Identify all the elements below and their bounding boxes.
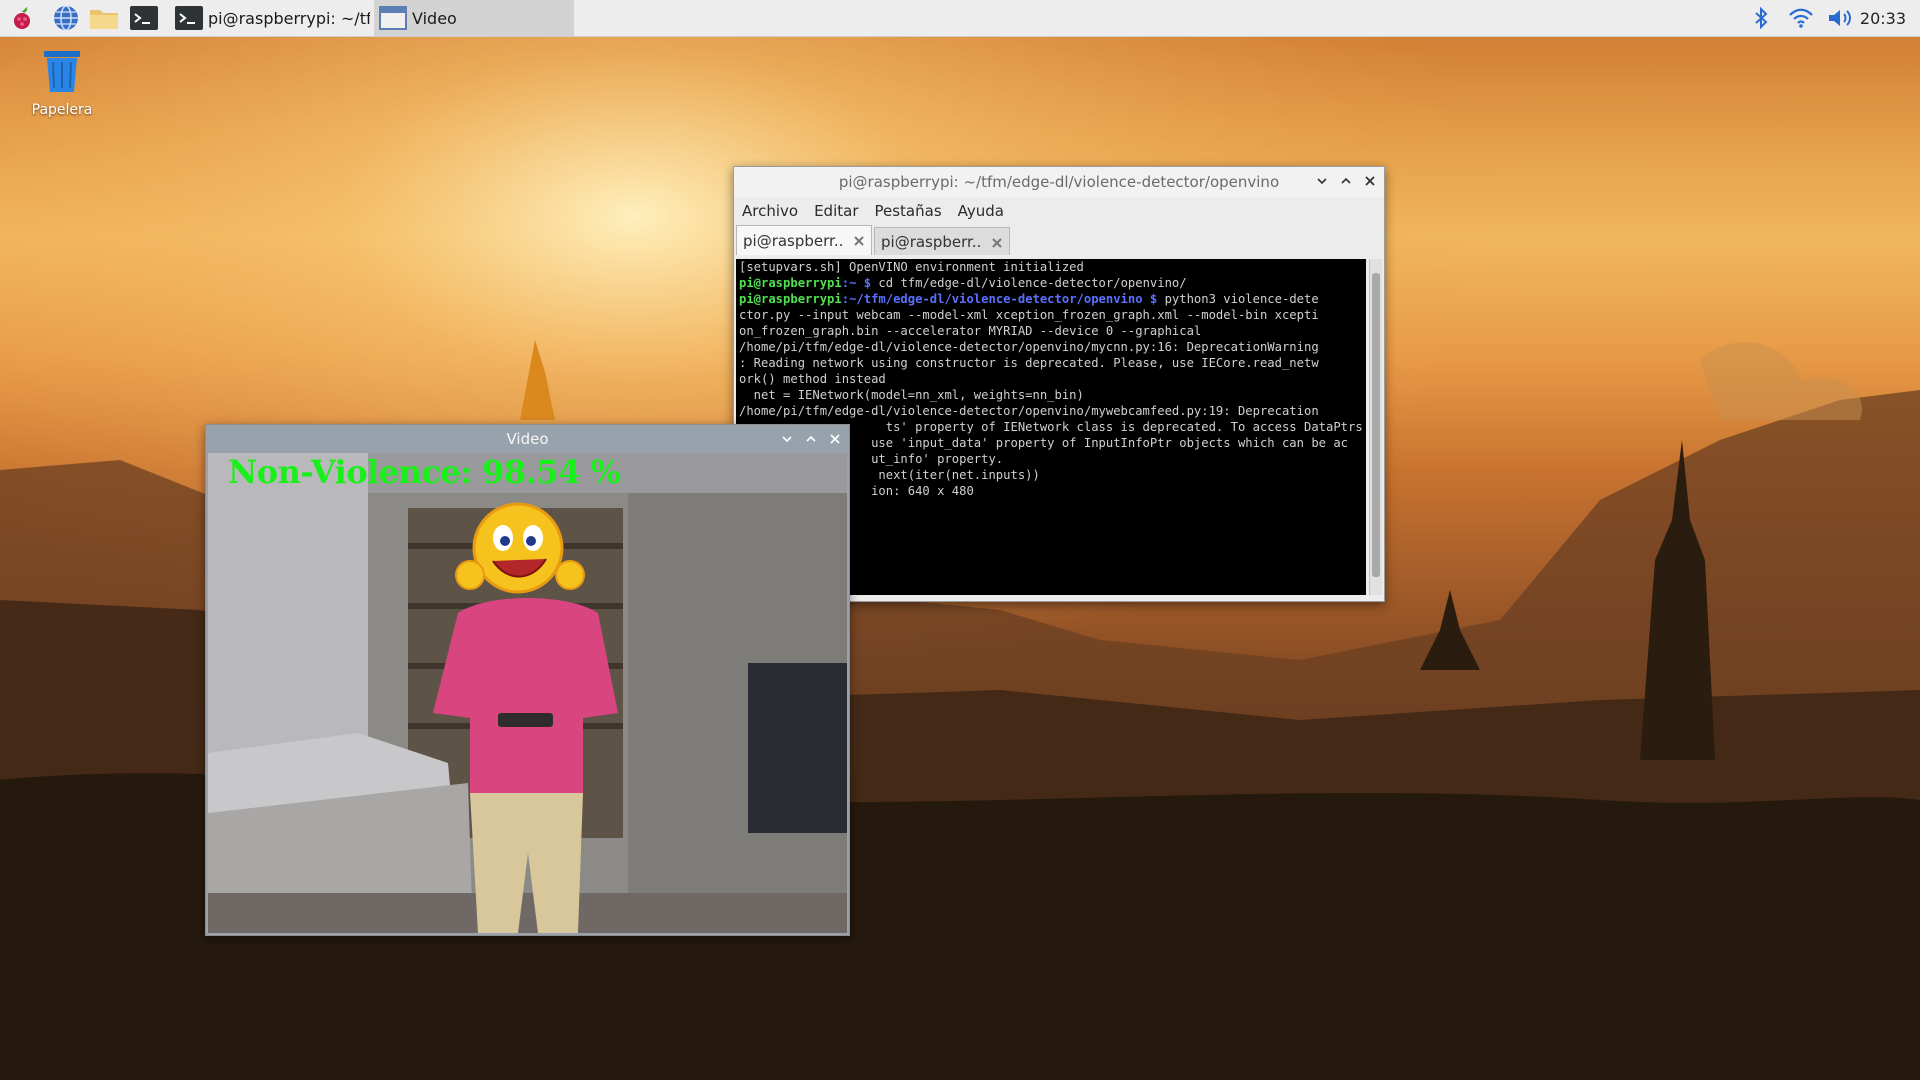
command-text: python3 violence-dete — [1157, 292, 1319, 306]
terminal-scrollbar[interactable] — [1369, 259, 1382, 595]
raspberry-menu-icon[interactable] — [6, 3, 38, 33]
terminal-icon — [174, 5, 204, 31]
terminal-line: net = IENetwork(model=nn_xml, weights=nn… — [739, 388, 1084, 402]
minimize-button[interactable] — [1314, 173, 1330, 189]
scrollbar-thumb[interactable] — [1372, 273, 1380, 577]
maximize-button[interactable] — [1338, 173, 1354, 189]
terminal-tab-2[interactable]: pi@raspberr... — [874, 227, 1010, 255]
bluetooth-icon[interactable] — [1748, 0, 1774, 36]
terminal-line: pi@raspberrypi:~/tfm/edge-dl/violence-de… — [736, 291, 1366, 307]
maximize-button[interactable] — [803, 431, 819, 447]
taskbar-task-label: pi@raspberrypi: ~/tf... — [208, 8, 370, 28]
emoji-face — [472, 502, 564, 594]
menu-archivo[interactable]: Archivo — [742, 202, 798, 220]
tab-close-icon[interactable] — [853, 233, 865, 251]
tab-label: pi@raspberr... — [881, 232, 981, 251]
video-titlebar[interactable]: Video — [206, 425, 849, 453]
close-button[interactable] — [827, 431, 843, 447]
terminal-launcher-icon[interactable] — [128, 3, 160, 33]
window-title: Video — [506, 430, 549, 448]
trash-icon — [38, 51, 86, 98]
tab-label: pi@raspberr... — [743, 231, 843, 250]
webcam-frame — [208, 453, 847, 933]
terminal-line: ork() method instead — [739, 372, 886, 386]
command-text: cd tfm/edge-dl/violence-detector/openvin… — [871, 276, 1187, 290]
file-manager-icon[interactable] — [88, 3, 120, 33]
terminal-tab-1[interactable]: pi@raspberr... — [736, 225, 872, 255]
video-window: Video Non-Violence: 98.54 % — [205, 424, 850, 936]
prompt-user: pi@raspberrypi — [739, 276, 842, 290]
terminal-titlebar[interactable]: pi@raspberrypi: ~/tfm/edge-dl/violence-d… — [734, 167, 1384, 197]
desktop-trash[interactable]: Papelera — [22, 48, 102, 118]
web-browser-icon[interactable] — [50, 3, 82, 33]
terminal-line: [setupvars.sh] OpenVINO environment init… — [739, 260, 1084, 274]
prompt-user: pi@raspberrypi — [739, 292, 842, 306]
taskbar-task-video[interactable]: Video — [374, 0, 574, 36]
menu-ayuda[interactable]: Ayuda — [958, 202, 1004, 220]
taskbar-task-terminal[interactable]: pi@raspberrypi: ~/tf... — [170, 0, 370, 36]
tab-close-icon[interactable] — [991, 235, 1003, 253]
taskbar: pi@raspberrypi: ~/tf... Video 20:33 — [0, 0, 1920, 37]
menu-editar[interactable]: Editar — [814, 202, 858, 220]
taskbar-task-label: Video — [412, 8, 457, 28]
terminal-tabbar: pi@raspberr... pi@raspberr... — [734, 225, 1384, 255]
terminal-line: pi@raspberrypi:~ $ cd tfm/edge-dl/violen… — [736, 275, 1366, 291]
close-button[interactable] — [1362, 173, 1378, 189]
terminal-line: ctor.py --input webcam --model-xml xcept… — [739, 308, 1319, 322]
wifi-icon[interactable] — [1786, 0, 1816, 36]
terminal-line: /home/pi/tfm/edge-dl/violence-detector/o… — [739, 404, 1319, 418]
prompt-path: :~ $ — [841, 276, 872, 290]
terminal-line: on_frozen_graph.bin --accelerator MYRIAD… — [739, 324, 1202, 338]
volume-icon[interactable] — [1824, 0, 1858, 36]
prompt-path: :~/tfm/edge-dl/violence-detector/openvin… — [841, 292, 1158, 306]
minimize-button[interactable] — [779, 431, 795, 447]
terminal-line: : Reading network using constructor is d… — [739, 356, 1319, 370]
terminal-line: /home/pi/tfm/edge-dl/violence-detector/o… — [739, 340, 1319, 354]
window-title: pi@raspberrypi: ~/tfm/edge-dl/violence-d… — [838, 173, 1280, 191]
video-feed: Non-Violence: 98.54 % — [208, 453, 847, 933]
menu-pestanas[interactable]: Pestañas — [875, 202, 942, 220]
classification-overlay: Non-Violence: 98.54 % — [228, 453, 621, 491]
terminal-menubar: Archivo Editar Pestañas Ayuda — [734, 197, 1384, 225]
clock[interactable]: 20:33 — [1860, 9, 1906, 28]
trash-label: Papelera — [31, 102, 93, 118]
window-icon — [378, 5, 408, 31]
